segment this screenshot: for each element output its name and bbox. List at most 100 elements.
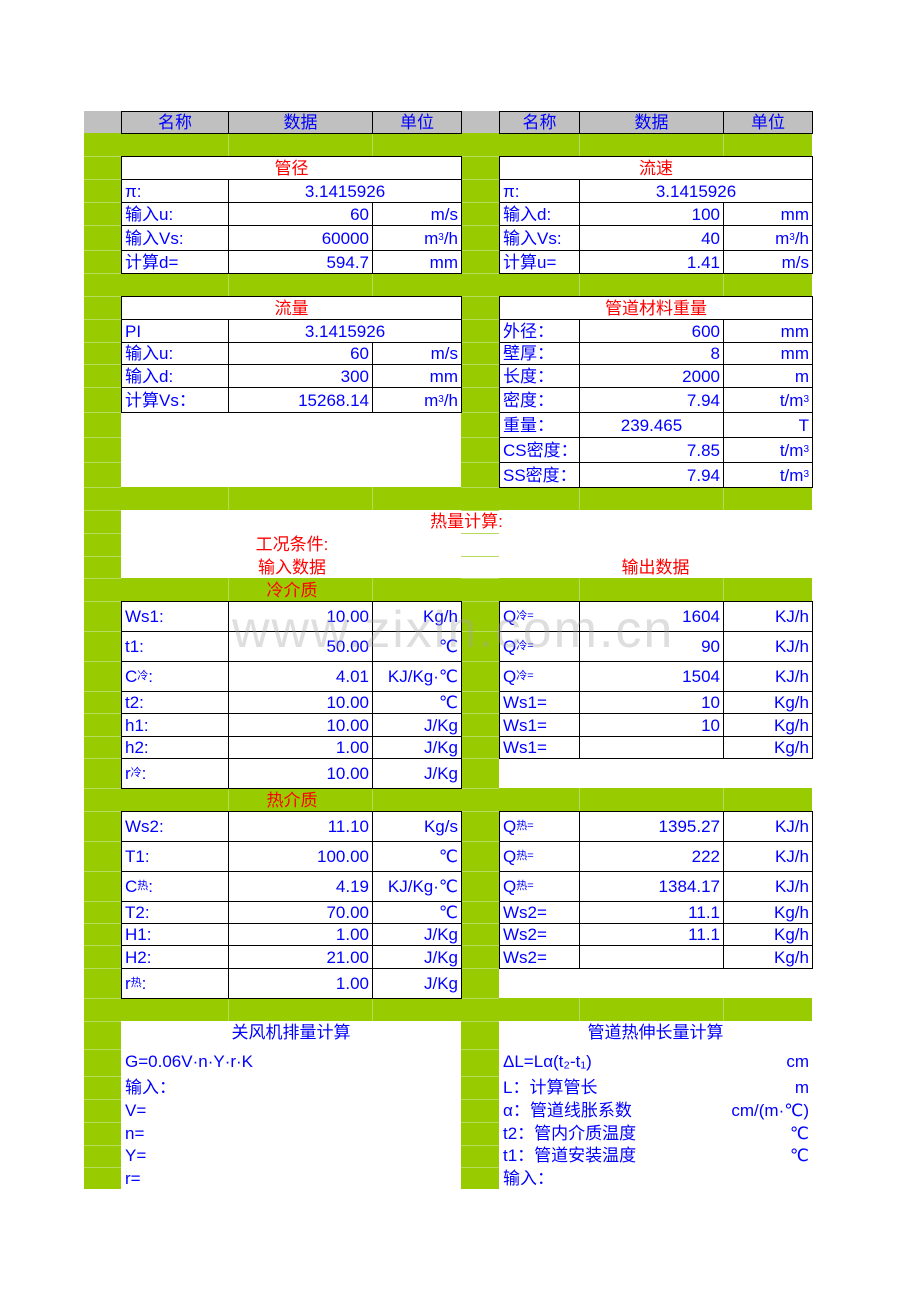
cold-output-value[interactable]: 1604 bbox=[579, 601, 724, 632]
pipe_weight-value[interactable]: 8 bbox=[579, 342, 724, 365]
pipe_diameter-value[interactable]: 594.7 bbox=[228, 250, 373, 274]
gridline bbox=[372, 273, 373, 296]
hot-output-value[interactable]: 222 bbox=[579, 841, 724, 872]
gridline bbox=[461, 968, 499, 969]
pipe_diameter-unit: mm bbox=[372, 250, 462, 274]
band-row-2 bbox=[121, 487, 461, 510]
hot-output-value[interactable]: 11.1 bbox=[579, 901, 724, 924]
cold-input-value[interactable]: 10.00 bbox=[228, 601, 373, 632]
cold-input-value[interactable]: 4.01 bbox=[228, 661, 373, 692]
flow_rate-value[interactable]: 60 bbox=[228, 342, 373, 365]
cold-input-value[interactable]: 10.00 bbox=[228, 691, 373, 714]
hot-input-value[interactable]: 1.00 bbox=[228, 923, 373, 946]
gridline bbox=[461, 319, 499, 320]
gridline bbox=[461, 1076, 499, 1077]
gridline bbox=[84, 1167, 121, 1168]
cold-output-value[interactable]: 10 bbox=[579, 691, 724, 714]
pipe_diameter-pi-value[interactable]: 3.1415926 bbox=[228, 179, 462, 203]
band-row-r5 bbox=[499, 998, 812, 1021]
column-header-unit-right: 单位 bbox=[723, 111, 813, 134]
gridline bbox=[84, 437, 121, 438]
hot-input-value[interactable]: 4.19 bbox=[228, 871, 373, 902]
hot-input-value[interactable]: 70.00 bbox=[228, 901, 373, 924]
gridline bbox=[228, 998, 229, 1021]
cold-output-value[interactable]: 90 bbox=[579, 631, 724, 662]
expansion-unit: m bbox=[794, 1078, 809, 1097]
pipe_weight-unit: m bbox=[723, 364, 813, 388]
gridline bbox=[461, 1099, 499, 1100]
gridline bbox=[372, 998, 373, 1021]
pipe_weight-value[interactable]: 2000 bbox=[579, 364, 724, 388]
hot-output-unit: KJ/h bbox=[723, 871, 813, 902]
gridline bbox=[84, 661, 121, 662]
flow_rate-title: 流量 bbox=[121, 296, 462, 320]
gridline bbox=[84, 945, 121, 946]
gridline bbox=[228, 133, 229, 156]
band-row-0 bbox=[121, 133, 461, 156]
cold-output-value[interactable]: 10 bbox=[579, 713, 724, 737]
pipe_diameter-unit: m 3/h bbox=[372, 225, 462, 251]
gridline bbox=[84, 923, 121, 924]
gridline bbox=[461, 533, 499, 534]
pipe_weight-label: 重量： bbox=[499, 412, 580, 438]
cold-output-value[interactable]: 1504 bbox=[579, 661, 724, 692]
hot-input-value[interactable]: 1.00 bbox=[228, 968, 373, 999]
subscript: 热= bbox=[516, 880, 534, 892]
flow_velocity-unit: m 3/h bbox=[723, 225, 813, 251]
gridline bbox=[84, 556, 121, 557]
flow_rate-label: 计算Vs： bbox=[121, 387, 229, 413]
gridline bbox=[579, 487, 580, 510]
band-row-r3 bbox=[499, 578, 812, 601]
cold-input-unit: ℃ bbox=[372, 631, 462, 662]
pipe_diameter-value[interactable]: 60000 bbox=[228, 225, 373, 251]
hot-output-value[interactable]: 11.1 bbox=[579, 923, 724, 946]
gridline bbox=[84, 736, 121, 737]
hot-output-label: Ws2= bbox=[499, 945, 580, 969]
hot-input-value[interactable]: 21.00 bbox=[228, 945, 373, 969]
gridline bbox=[461, 225, 499, 226]
cold-input-value[interactable]: 10.00 bbox=[228, 758, 373, 789]
hot-input-value[interactable]: 100.00 bbox=[228, 841, 373, 872]
pipe_weight-value[interactable]: 600 bbox=[579, 319, 724, 343]
cold-input-value[interactable]: 50.00 bbox=[228, 631, 373, 662]
hot-output-value[interactable]: 1384.17 bbox=[579, 871, 724, 902]
flow_rate-value[interactable]: 15268.14 bbox=[228, 387, 373, 413]
hot-output-value[interactable] bbox=[579, 945, 724, 969]
pipe_weight-title: 管道材料重量 bbox=[499, 296, 813, 320]
column-header-data-right: 数据 bbox=[579, 111, 724, 134]
pipe_weight-value[interactable]: 7.85 bbox=[579, 437, 724, 463]
pipe_weight-value[interactable]: 239.465 bbox=[579, 412, 724, 438]
flow_velocity-unit: m/s bbox=[723, 250, 813, 274]
gridline bbox=[723, 487, 724, 510]
flow_rate-value[interactable]: 300 bbox=[228, 364, 373, 388]
flow_velocity-label: π: bbox=[499, 179, 580, 203]
flow_rate-label: 输入d: bbox=[121, 364, 229, 388]
hot-output-label: Q 热= bbox=[499, 871, 580, 902]
cold-input-label: C冷: bbox=[121, 661, 229, 692]
gridline bbox=[84, 179, 121, 180]
gridline bbox=[579, 133, 580, 156]
pipe_weight-label: 外径： bbox=[499, 319, 580, 343]
flow_rate-pi-value[interactable]: 3.1415926 bbox=[228, 319, 462, 343]
flow_velocity-value[interactable]: 100 bbox=[579, 202, 724, 226]
subscript: 冷 bbox=[130, 767, 142, 779]
cold-input-value[interactable]: 10.00 bbox=[228, 713, 373, 737]
gridline bbox=[84, 1122, 121, 1123]
cold-output-value[interactable] bbox=[579, 736, 724, 759]
hot-input-value[interactable]: 11.10 bbox=[228, 811, 373, 842]
flow_velocity-pi-value[interactable]: 3.1415926 bbox=[579, 179, 813, 203]
flow_velocity-value[interactable]: 1.41 bbox=[579, 250, 724, 274]
gridline bbox=[461, 1122, 499, 1123]
hot-output-value[interactable]: 1395.27 bbox=[579, 811, 724, 842]
gridline bbox=[579, 273, 580, 296]
pipe_diameter-value[interactable]: 60 bbox=[228, 202, 373, 226]
gridline bbox=[84, 296, 121, 297]
pipe_weight-value[interactable]: 7.94 bbox=[579, 387, 724, 413]
pipe_weight-unit: T bbox=[723, 412, 813, 438]
hot-input-unit: Kg/s bbox=[372, 811, 462, 842]
gridline bbox=[84, 631, 121, 632]
gridline bbox=[228, 487, 229, 510]
pipe_weight-value[interactable]: 7.94 bbox=[579, 462, 724, 488]
flow_velocity-value[interactable]: 40 bbox=[579, 225, 724, 251]
cold-input-value[interactable]: 1.00 bbox=[228, 736, 373, 759]
